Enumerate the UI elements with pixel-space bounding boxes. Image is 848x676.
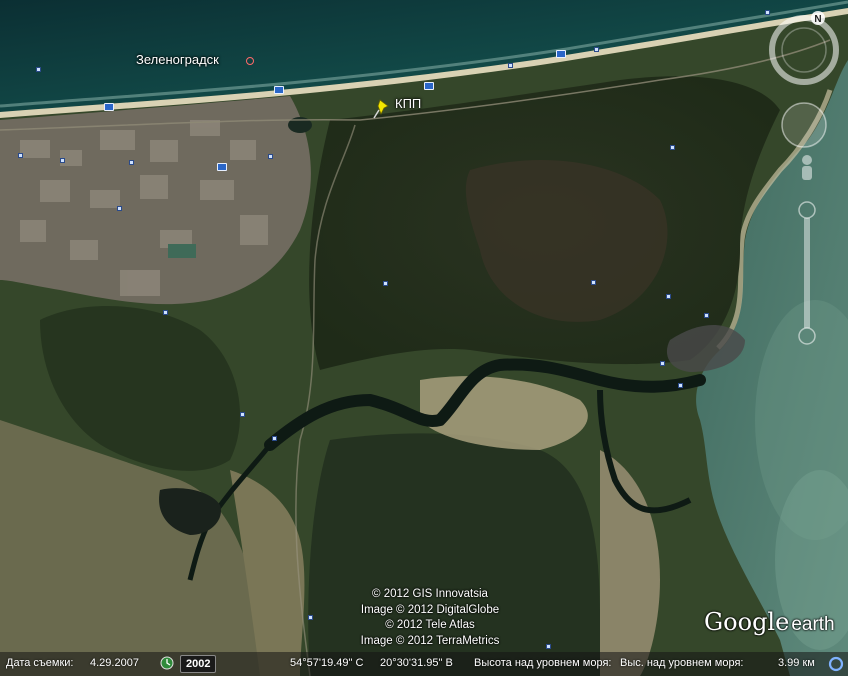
poi-marker[interactable] xyxy=(591,280,596,285)
streaming-status-icon xyxy=(828,656,844,672)
poi-marker[interactable] xyxy=(308,615,313,620)
credit-line: Image © 2012 TerraMetrics xyxy=(360,634,500,647)
imagery-credits: © 2012 GIS Innovatsia Image © 2012 Digit… xyxy=(330,587,530,649)
poi-marker[interactable] xyxy=(268,154,273,159)
poi-marker[interactable] xyxy=(594,47,599,52)
poi-marker[interactable] xyxy=(240,412,245,417)
poi-marker[interactable] xyxy=(18,153,23,158)
panoramio-photo-icon[interactable] xyxy=(217,163,227,171)
poi-marker[interactable] xyxy=(163,310,168,315)
panoramio-photo-icon[interactable] xyxy=(274,86,284,94)
eye-altitude-label: Выс. над уровнем моря: xyxy=(620,657,744,669)
google-earth-logo: Google earth xyxy=(704,608,835,636)
poi-marker[interactable] xyxy=(60,158,65,163)
poi-marker[interactable] xyxy=(704,313,709,318)
credit-line: © 2012 GIS Innovatsia xyxy=(372,588,488,600)
satellite-map[interactable] xyxy=(0,0,848,676)
credit-line: Image © 2012 DigitalGlobe xyxy=(360,603,500,616)
panoramio-photo-icon[interactable] xyxy=(424,82,434,90)
poi-marker[interactable] xyxy=(383,281,388,286)
poi-marker[interactable] xyxy=(36,67,41,72)
city-label[interactable]: Зеленоградск xyxy=(136,52,219,67)
poi-marker[interactable] xyxy=(272,436,277,441)
credit-line: © 2012 Tele Atlas xyxy=(385,619,475,631)
look-joystick-icon[interactable] xyxy=(781,102,827,148)
poi-marker[interactable] xyxy=(129,160,134,165)
yellow-pushpin-icon[interactable] xyxy=(372,98,392,120)
zoom-slider-icon[interactable] xyxy=(798,201,816,345)
pushpin-label[interactable]: КПП xyxy=(395,96,421,111)
imagery-date: 4.29.2007 xyxy=(90,657,139,669)
svg-text:N: N xyxy=(814,14,821,25)
city-marker[interactable] xyxy=(246,57,254,65)
panoramio-photo-icon[interactable] xyxy=(104,103,114,111)
pond xyxy=(168,244,196,258)
street-view-pegman-icon[interactable] xyxy=(802,155,812,180)
logo-google: Google xyxy=(704,608,790,636)
poi-marker[interactable] xyxy=(660,361,665,366)
eye-altitude-value: 3.99 км xyxy=(778,657,815,669)
poi-marker[interactable] xyxy=(117,206,122,211)
elevation-readout: Высота над уровнем моря: xyxy=(474,657,612,669)
longitude-readout: 20°30'31.95" В xyxy=(380,657,453,669)
poi-marker[interactable] xyxy=(546,644,551,649)
poi-marker[interactable] xyxy=(508,63,513,68)
poi-marker[interactable] xyxy=(670,145,675,150)
imagery-date-label: Дата съемки: xyxy=(6,657,74,669)
latitude-readout: 54°57'19.49" С xyxy=(290,657,364,669)
panoramio-photo-icon[interactable] xyxy=(556,50,566,58)
logo-earth: earth xyxy=(791,614,835,635)
compass-icon[interactable]: N xyxy=(769,11,839,85)
status-bar: Дата съемки: 4.29.2007 2002 54°57'19.49"… xyxy=(0,652,848,676)
historical-year-button[interactable]: 2002 xyxy=(180,655,217,673)
navigation-controls[interactable]: N xyxy=(766,10,846,350)
poi-marker[interactable] xyxy=(678,383,683,388)
poi-marker[interactable] xyxy=(666,294,671,299)
historical-imagery-icon[interactable] xyxy=(160,656,174,670)
